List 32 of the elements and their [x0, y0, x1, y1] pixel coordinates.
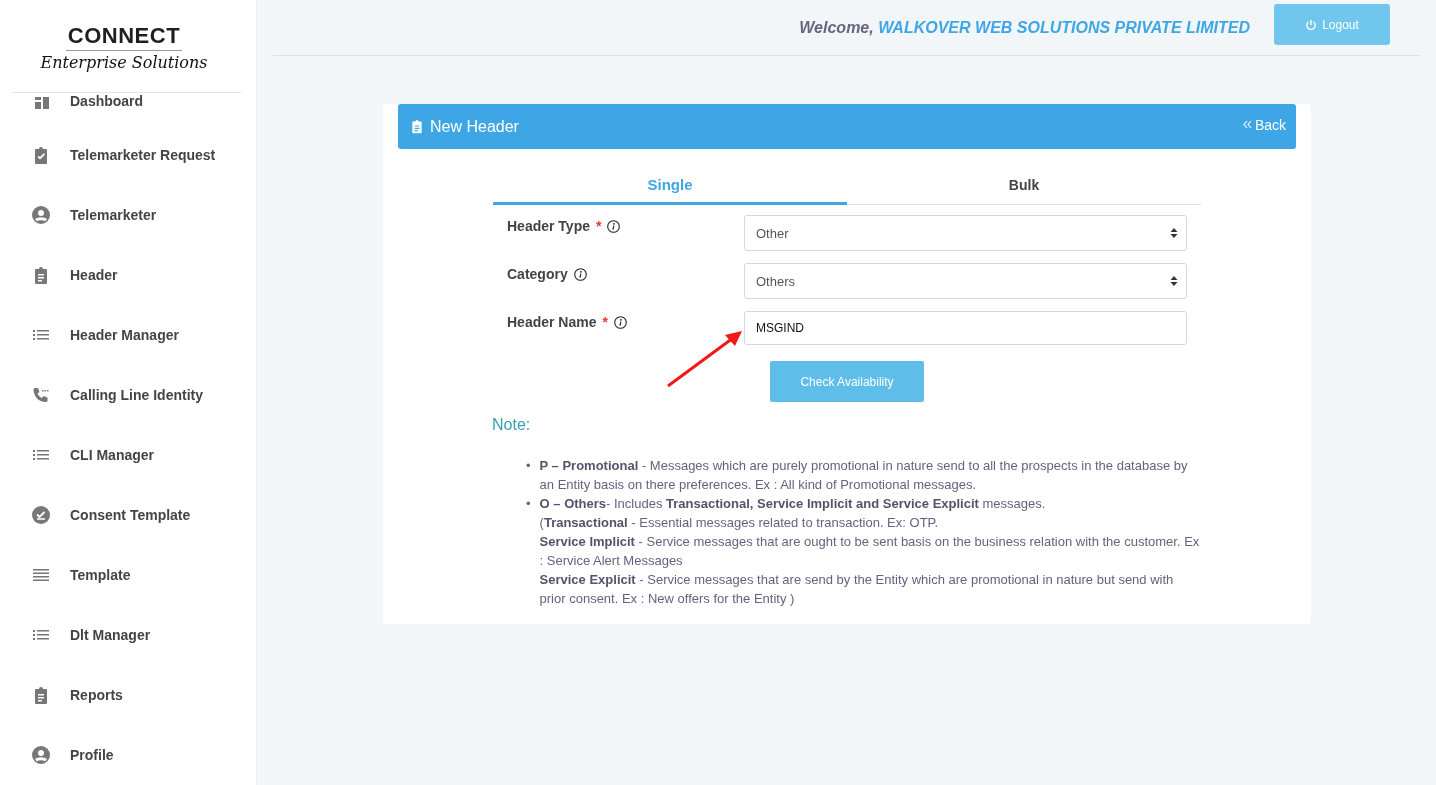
sidebar-item[interactable]: Consent Template — [0, 485, 256, 545]
card-title: New Header — [430, 117, 520, 136]
sidebar-item[interactable]: Template — [0, 545, 256, 605]
field-label: Category — [507, 266, 568, 282]
sidebar-item[interactable]: Telemarketer — [0, 185, 256, 245]
required-mark: * — [602, 314, 608, 330]
sidebar-item[interactable]: Dlt Manager — [0, 605, 256, 665]
required-mark: * — [596, 218, 602, 234]
sidebar-item[interactable]: Calling Line Identity — [0, 365, 256, 425]
welcome-text: Welcome, WALKOVER WEB SOLUTIONS PRIVATE LIMITED — [799, 18, 1250, 37]
note-text: (Transactional - Essential messages related to transaction. Ex: OTP. — [539, 514, 940, 532]
field-label: Header Name — [507, 314, 597, 330]
tab[interactable]: Bulk — [847, 167, 1201, 205]
sidebar-item[interactable]: CLI Manager — [0, 425, 256, 485]
sidebar-item[interactable]: Telemarketer Request — [0, 125, 256, 185]
input-field[interactable]: MSGIND — [744, 311, 1187, 345]
note-text: Service Implicit - Service messages that are ought to be sent basis on the business relation with the customer. Ex : Service Alert Messages — [539, 533, 1201, 570]
connect-logo: CONNECT Enterprise Solutions — [40, 22, 208, 72]
note-text: P – Promotional - Messages which are purely promotional in nature send to all the prospects in the database by an Entity basis on there preferences. Ex : All kind of Promotional messages. — [539, 457, 1189, 494]
bullet: • — [526, 457, 531, 475]
field-label: Header Type — [507, 218, 590, 234]
note-text: Service Explicit - Service messages that are send by the Entity which are promotional in nature but send with prior consent. Ex : New offers for the Entity ) — [539, 571, 1175, 608]
sidebar-item[interactable]: Header — [0, 245, 256, 305]
select-field[interactable]: Others — [744, 263, 1187, 299]
sidebar-item[interactable]: Profile — [0, 725, 256, 785]
note-text: O – Others- Includes Transactional, Service Implicit and Service Explicit messages. — [539, 495, 1047, 513]
select-field[interactable]: Other — [744, 215, 1187, 251]
sidebar-item[interactable]: Reports — [0, 665, 256, 725]
note-heading: Note: — [492, 416, 532, 434]
sidebar-item[interactable]: Header Manager — [0, 305, 256, 365]
sidebar-item[interactable]: Dashboard — [0, 93, 256, 125]
bullet: • — [526, 495, 531, 513]
